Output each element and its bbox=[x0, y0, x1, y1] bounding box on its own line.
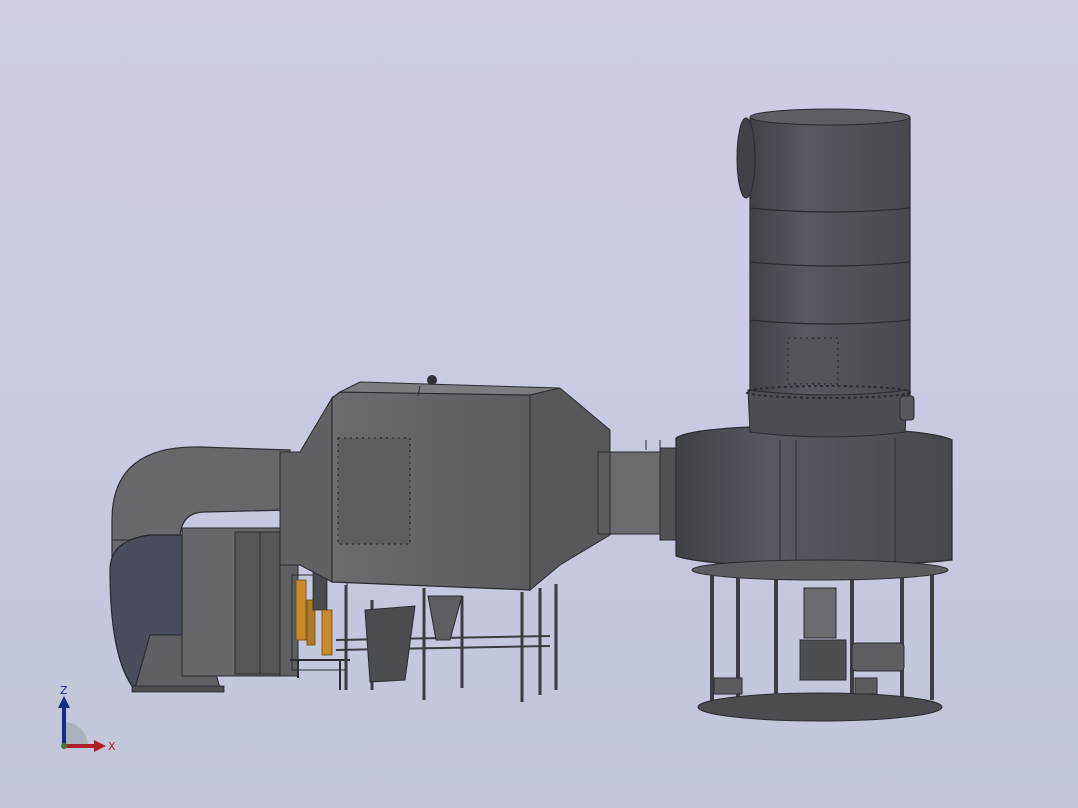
cad-model-view[interactable] bbox=[0, 0, 1078, 808]
3d-viewport[interactable]: Z X bbox=[0, 0, 1078, 808]
connecting-duct[interactable] bbox=[597, 440, 677, 541]
triad-graphic: Z X bbox=[58, 684, 116, 753]
x-axis-label: X bbox=[108, 740, 116, 753]
x-axis-head bbox=[94, 740, 106, 752]
z-axis-head bbox=[58, 696, 70, 708]
pump-skid[interactable] bbox=[290, 571, 350, 690]
y-axis-dot bbox=[61, 743, 67, 749]
view-orientation-triad[interactable]: Z X bbox=[50, 684, 120, 764]
z-axis-label: Z bbox=[60, 684, 68, 697]
combustion-tower[interactable] bbox=[675, 108, 953, 722]
centrifugal-fan[interactable] bbox=[109, 446, 299, 693]
